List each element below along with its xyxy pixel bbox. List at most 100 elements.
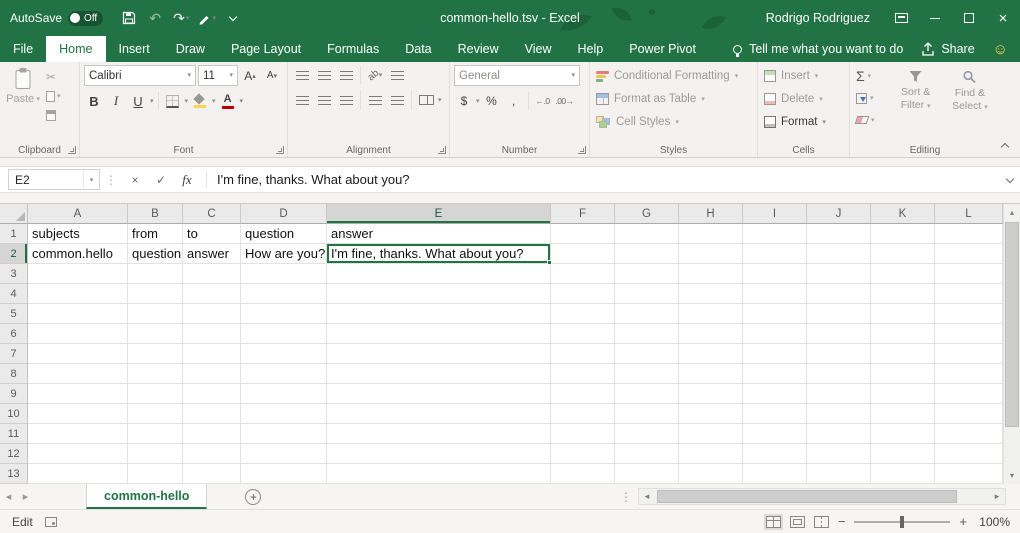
format-cells-button[interactable]: Format ▾ [762,112,845,132]
column-header-I[interactable]: I [743,204,807,224]
cell-I5[interactable] [743,304,807,324]
row-header-13[interactable]: 13 [0,464,28,484]
cell-E6[interactable] [327,324,551,344]
font-dialog-launcher[interactable] [276,146,284,154]
cell-H10[interactable] [679,404,743,424]
cell-styles-button[interactable]: Cell Styles ▾ [594,112,753,132]
column-header-A[interactable]: A [28,204,128,224]
cell-L7[interactable] [935,344,1003,364]
cell-E5[interactable] [327,304,551,324]
collapse-ribbon-button[interactable] [997,138,1013,152]
name-box[interactable]: E2 ▾ [8,169,100,190]
ribbon-tab-home[interactable]: Home [46,36,105,62]
cell-F11[interactable] [551,424,615,444]
borders-caret-icon[interactable]: ▾ [185,98,189,105]
column-header-G[interactable]: G [615,204,679,224]
cell-E1[interactable]: answer [327,224,551,244]
cell-L8[interactable] [935,364,1003,384]
cell-J11[interactable] [807,424,871,444]
cell-C13[interactable] [183,464,241,484]
cell-I2[interactable] [743,244,807,264]
row-header-8[interactable]: 8 [0,364,28,384]
cell-C12[interactable] [183,444,241,464]
delete-cells-button[interactable]: Delete ▾ [762,89,845,109]
formula-bar-drag-handle[interactable]: ⋮ [100,167,122,192]
ribbon-tab-data[interactable]: Data [392,36,444,62]
comma-style-button[interactable]: , [504,91,524,111]
align-top-button[interactable] [292,65,312,85]
cell-A5[interactable] [28,304,128,324]
cell-L9[interactable] [935,384,1003,404]
cell-D9[interactable] [241,384,327,404]
decrease-font-size-button[interactable]: A▾ [262,66,282,86]
cell-G8[interactable] [615,364,679,384]
cell-I6[interactable] [743,324,807,344]
underline-caret-icon[interactable]: ▾ [150,98,154,105]
cell-F2[interactable] [551,244,615,264]
cell-H13[interactable] [679,464,743,484]
fill-handle[interactable] [547,260,552,265]
cell-L6[interactable] [935,324,1003,344]
cell-L2[interactable] [935,244,1003,264]
cell-I12[interactable] [743,444,807,464]
cell-D7[interactable] [241,344,327,364]
cell-G2[interactable] [615,244,679,264]
cell-L1[interactable] [935,224,1003,244]
cell-G9[interactable] [615,384,679,404]
share-button[interactable]: Share [921,42,974,56]
clipboard-dialog-launcher[interactable] [68,146,76,154]
cell-J6[interactable] [807,324,871,344]
merge-center-button[interactable] [416,90,436,110]
macro-record-icon[interactable] [45,517,57,527]
cell-G7[interactable] [615,344,679,364]
cell-L11[interactable] [935,424,1003,444]
cell-J13[interactable] [807,464,871,484]
autosum-button[interactable]: Σ▾ [854,66,888,86]
insert-function-button[interactable]: fx [174,167,200,192]
cell-J7[interactable] [807,344,871,364]
align-center-button[interactable] [314,90,334,110]
cell-F13[interactable] [551,464,615,484]
italic-button[interactable]: I [106,91,126,111]
ribbon-tab-review[interactable]: Review [445,36,512,62]
cell-D5[interactable] [241,304,327,324]
cell-H4[interactable] [679,284,743,304]
column-header-B[interactable]: B [128,204,183,224]
cell-D2[interactable]: How are you? [241,244,327,264]
page-layout-view-button[interactable] [790,516,805,528]
alignment-dialog-launcher[interactable] [438,146,446,154]
cell-J2[interactable] [807,244,871,264]
column-header-E[interactable]: E [327,204,551,224]
cell-F4[interactable] [551,284,615,304]
cell-A1[interactable]: subjects [28,224,128,244]
column-header-C[interactable]: C [183,204,241,224]
copy-button[interactable]: ▾ [44,87,63,105]
hscroll-left-icon[interactable]: ◂ [639,491,655,502]
close-button[interactable]: × [986,0,1020,36]
cell-D6[interactable] [241,324,327,344]
formula-input[interactable]: I'm fine, thanks. What about you? [213,167,1000,192]
cell-G1[interactable] [615,224,679,244]
merge-center-caret-icon[interactable]: ▾ [438,97,442,104]
autosave-toggle[interactable]: AutoSave Off [10,11,103,26]
cell-B7[interactable] [128,344,183,364]
cell-K11[interactable] [871,424,935,444]
cell-K12[interactable] [871,444,935,464]
cell-A6[interactable] [28,324,128,344]
cell-A8[interactable] [28,364,128,384]
cell-D10[interactable] [241,404,327,424]
ribbon-tab-view[interactable]: View [512,36,565,62]
cell-F3[interactable] [551,264,615,284]
vscroll-thumb[interactable] [1005,222,1019,427]
increase-font-size-button[interactable]: A▴ [240,66,260,86]
cell-F12[interactable] [551,444,615,464]
cell-L3[interactable] [935,264,1003,284]
cell-E7[interactable] [327,344,551,364]
cell-A9[interactable] [28,384,128,404]
clear-button[interactable]: ▾ [854,110,888,130]
cell-E12[interactable] [327,444,551,464]
cell-B11[interactable] [128,424,183,444]
font-name-select[interactable]: Calibri ▾ [84,65,196,86]
cell-E13[interactable] [327,464,551,484]
orientation-button[interactable]: ab▾ [365,65,385,85]
